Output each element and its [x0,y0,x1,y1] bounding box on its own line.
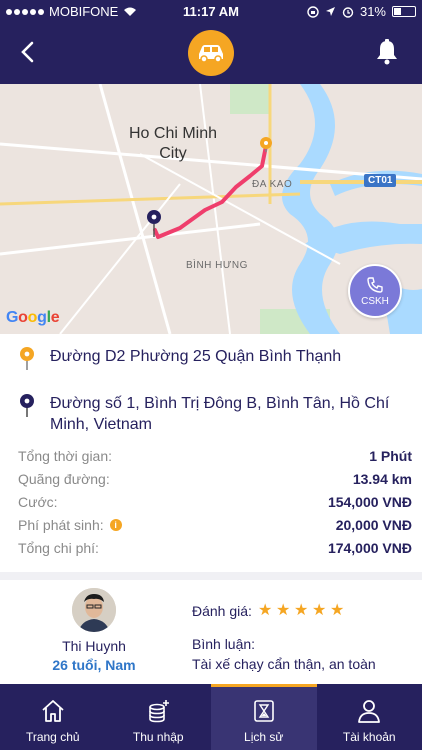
summary-row-fare: Cước: 154,000 VNĐ [18,490,412,513]
coins-icon [149,700,170,723]
bottom-tab-bar: Trang chủ Thu nhập Lịch sử Tài khoản [0,684,422,750]
dropoff-pin-icon [20,394,34,417]
alarm-icon [342,6,354,18]
app-header: MOBIFONE 11:17 AM 31% [0,0,422,84]
summary-label: Cước: [18,493,58,510]
road-badge: CT01 [364,174,397,187]
chevron-left-icon [21,41,34,63]
star-icon: ★ [311,602,327,619]
summary-label: Tổng thời gian: [18,447,113,464]
rating: Đánh giá: ★ ★ ★ ★ ★ [192,602,345,620]
notifications-button[interactable] [374,38,400,66]
car-badge [188,30,234,76]
tab-label: Thu nhập [132,730,184,744]
summary-row-distance: Quãng đường: 13.94 km [18,467,412,490]
map-city-label: Ho Chi Minh City [128,125,218,162]
pickup-address: Đường D2 Phường 25 Quận Bình Thạnh [50,348,342,365]
trip-summary: Tổng thời gian: 1 Phút Quãng đường: 13.9… [18,444,412,559]
route-map[interactable]: Ho Chi Minh City ĐA KAO BÌNH HƯNG CT01 G… [0,84,422,334]
star-icon: ★ [257,602,273,619]
status-bar: MOBIFONE 11:17 AM 31% [0,0,422,22]
tab-history[interactable]: Lịch sử [211,684,317,750]
summary-label: Phí phát sinh: [18,516,104,533]
status-right: 31% [307,4,416,19]
pickup-address-row: Đường D2 Phường 25 Quận Bình Thạnh [18,346,408,372]
tab-label: Trang chủ [25,730,80,744]
driver-photo [72,588,116,632]
home-icon [42,700,64,722]
map-district-label: ĐA KAO [252,179,293,190]
summary-label: Quãng đường: [18,470,110,487]
google-logo: Google [6,309,60,326]
driver-name: Thi Huynh [62,638,126,654]
lock-rotation-icon [307,5,319,18]
support-label: CSKH [361,295,389,307]
summary-value: 154,000 VNĐ [327,493,412,510]
car-icon [199,45,223,63]
avatar [72,588,116,632]
hourglass-icon [253,700,274,722]
battery-icon [392,6,416,17]
rating-stars: ★ ★ ★ ★ ★ [257,602,345,619]
tab-account[interactable]: Tài khoản [317,684,422,750]
rating-label: Đánh giá: [192,603,252,619]
bell-icon [377,39,397,65]
summary-value: 20,000 VNĐ [335,516,412,533]
phone-icon [367,276,383,293]
pickup-pin-icon [20,347,34,370]
summary-value: 1 Phút [369,447,412,464]
info-icon[interactable]: i [109,518,122,531]
star-icon: ★ [293,602,309,619]
tab-income[interactable]: Thu nhập [106,684,212,750]
section-divider [0,572,422,580]
driver-age-gender: 26 tuổi, Nam [52,657,136,673]
summary-label: Tổng chi phí: [18,539,99,556]
tab-home[interactable]: Trang chủ [0,684,106,750]
summary-value: 13.94 km [352,470,412,487]
summary-row-extra-fee: Phí phát sinh: i 20,000 VNĐ [18,513,412,536]
tab-label: Tài khoản [342,730,396,744]
battery-percent: 31% [359,4,386,19]
star-icon: ★ [275,602,291,619]
summary-value: 174,000 VNĐ [327,539,412,556]
summary-row-total: Tổng chi phí: 174,000 VNĐ [18,536,412,559]
summary-row-time: Tổng thời gian: 1 Phút [18,444,412,467]
user-icon [358,700,381,723]
back-button[interactable] [14,38,42,66]
summary-label-wrap: Phí phát sinh: i [18,517,122,533]
dropoff-address-row: Đường số 1, Bình Trị Đông B, Bình Tân, H… [18,393,408,435]
comment-label: Bình luận: [192,636,256,652]
location-arrow-icon [325,7,335,16]
dropoff-address: Đường số 1, Bình Trị Đông B, Bình Tân, H… [50,395,390,433]
comment-text: Tài xế chạy cẩn thận, an toàn [192,656,376,672]
map-district-label: BÌNH HƯNG [186,260,248,271]
tab-label: Lịch sử [244,730,284,744]
star-icon: ★ [329,602,345,619]
support-call-button[interactable]: CSKH [348,264,402,318]
